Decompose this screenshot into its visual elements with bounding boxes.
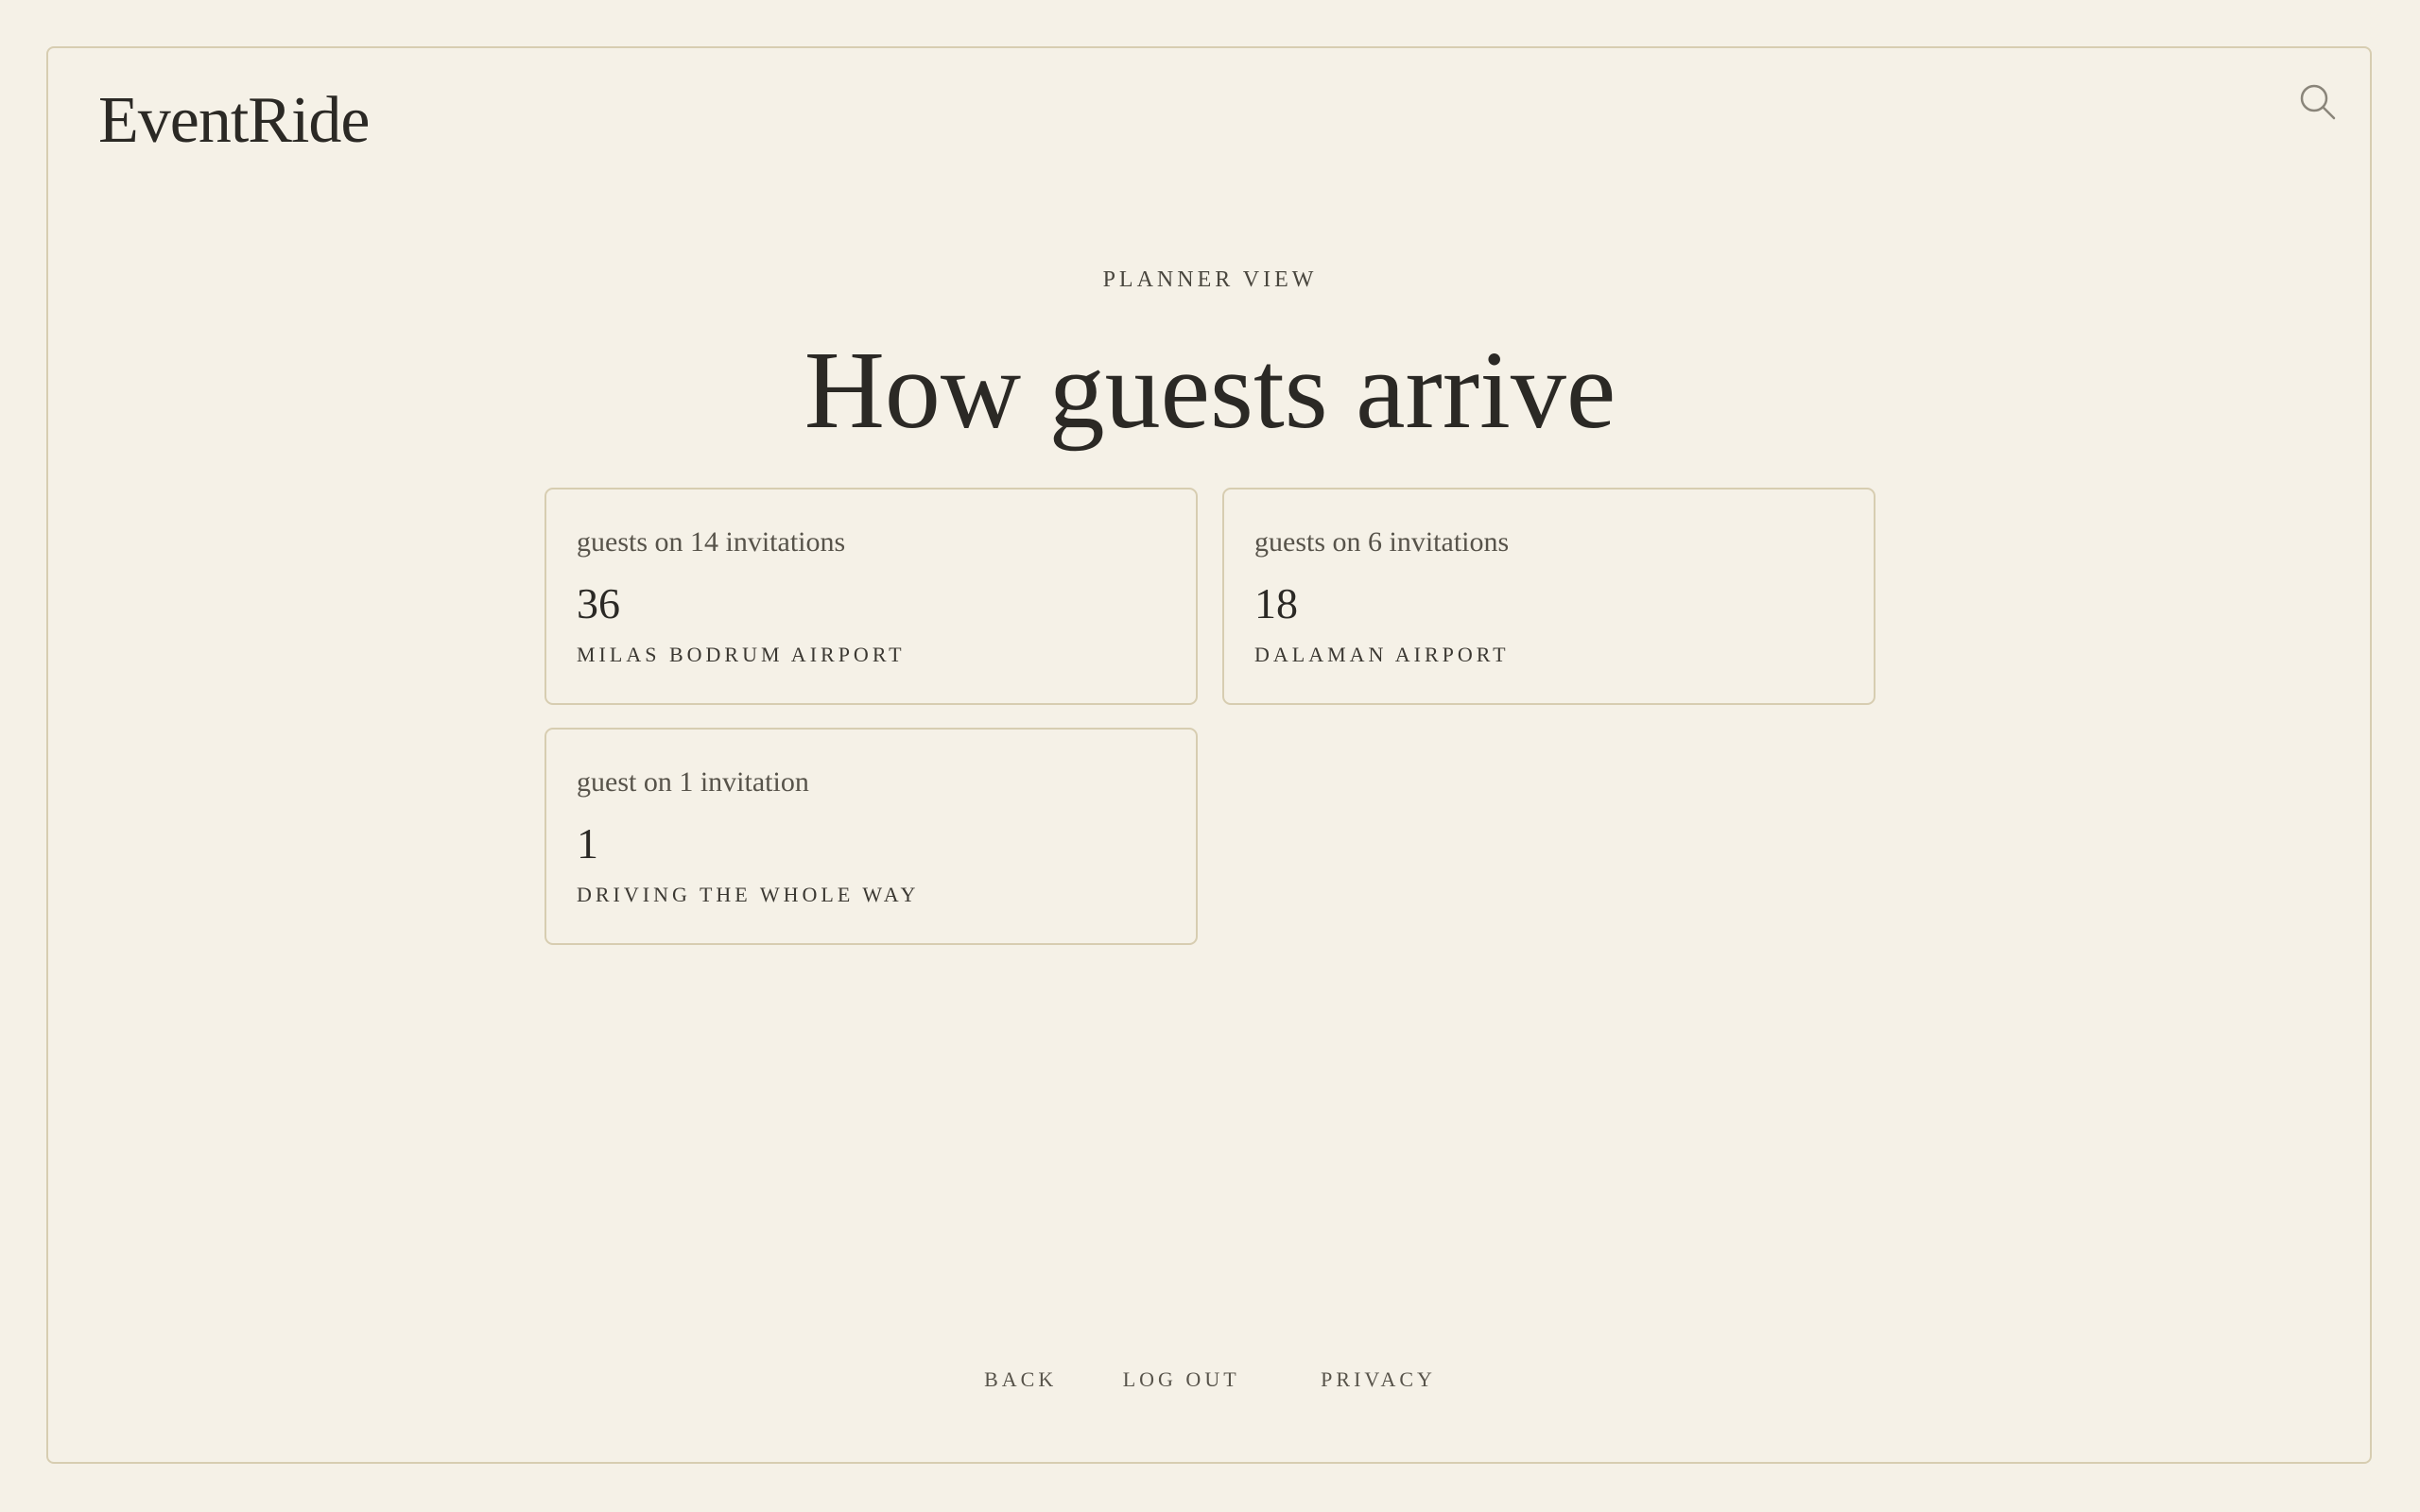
arrival-card-driving: guest on 1 invitation 1 DRIVING THE WHOL… [544, 728, 1198, 945]
arrival-card-dalaman: guests on 6 invitations 18 DALAMAN AIRPO… [1222, 488, 1876, 705]
card-caption: guest on 1 invitation [577, 766, 809, 798]
footer-nav: BACK LOG OUT PRIVACY [0, 1367, 2420, 1392]
logout-link[interactable]: LOG OUT [1123, 1367, 1240, 1392]
arrival-cards: guests on 14 invitations 36 MILAS BODRUM… [544, 488, 1876, 945]
card-arrival-place: MILAS BODRUM AIRPORT [577, 643, 906, 666]
card-arrival-place: DRIVING THE WHOLE WAY [577, 883, 920, 906]
card-caption: guests on 14 invitations [577, 526, 846, 558]
search-icon [2300, 84, 2336, 120]
page-title: How guests arrive [804, 328, 1616, 452]
page-eyebrow: PLANNER VIEW [1102, 267, 1318, 292]
back-link[interactable]: BACK [984, 1367, 1057, 1392]
card-guest-count: 1 [577, 819, 598, 868]
search-button[interactable] [2297, 81, 2339, 123]
card-guest-count: 18 [1254, 579, 1298, 627]
card-guest-count: 36 [577, 579, 620, 627]
arrival-card-milas-bodrum: guests on 14 invitations 36 MILAS BODRUM… [544, 488, 1198, 705]
card-caption: guests on 6 invitations [1254, 526, 1510, 558]
card-arrival-place: DALAMAN AIRPORT [1254, 643, 1510, 666]
privacy-link[interactable]: PRIVACY [1321, 1367, 1436, 1392]
brand-logo[interactable]: EventRide [98, 83, 370, 159]
